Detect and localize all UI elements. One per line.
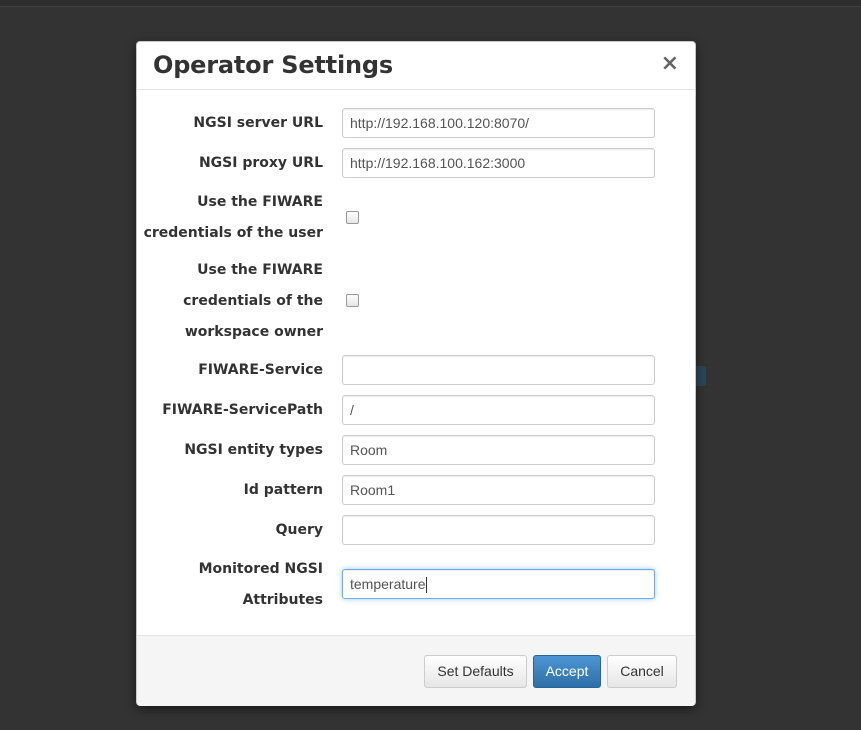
field-label: FIWARE-Service <box>198 362 323 378</box>
field-label: Id pattern <box>243 482 323 498</box>
accept-button[interactable]: Accept <box>533 655 601 688</box>
monitored-attributes-value: temperature <box>350 576 426 592</box>
monitored-attributes-input[interactable]: temperature <box>342 569 655 599</box>
fiware-service-input[interactable] <box>342 355 655 385</box>
field-label-line: Monitored NGSI <box>198 561 323 577</box>
field-label-line: Use the FIWARE <box>197 194 323 210</box>
ngsi-entity-types-input[interactable]: Room <box>342 435 655 465</box>
field-label: NGSI server URL <box>193 115 323 131</box>
field-label-line: Attributes <box>242 592 323 608</box>
field-label-line: credentials of the <box>183 293 323 309</box>
operator-settings-dialog: Operator Settings × NGSI server URL http… <box>136 41 696 706</box>
field-label: FIWARE-ServicePath <box>162 402 323 418</box>
use-user-credentials-checkbox[interactable] <box>346 211 359 224</box>
text-caret <box>426 577 428 594</box>
field-label: NGSI proxy URL <box>198 155 323 171</box>
field-label: NGSI entity types <box>184 442 323 458</box>
dialog-footer: Set Defaults Accept Cancel <box>137 635 695 706</box>
id-pattern-input[interactable]: Room1 <box>342 475 655 505</box>
background-top-bar <box>0 0 861 7</box>
ngsi-server-url-input[interactable]: http://192.168.100.120:8070/ <box>342 108 655 138</box>
query-input[interactable] <box>342 515 655 545</box>
close-icon[interactable]: × <box>661 52 679 76</box>
dialog-header: Operator Settings × <box>137 42 695 90</box>
set-defaults-button[interactable]: Set Defaults <box>424 655 527 688</box>
field-label-line: Use the FIWARE <box>197 262 323 278</box>
ngsi-proxy-url-input[interactable]: http://192.168.100.162:3000 <box>342 148 655 178</box>
use-owner-credentials-checkbox[interactable] <box>346 294 359 307</box>
dialog-title: Operator Settings <box>153 51 393 79</box>
fiware-servicepath-input[interactable]: / <box>342 395 655 425</box>
field-label-line: credentials of the user <box>143 225 323 241</box>
cancel-button[interactable]: Cancel <box>607 655 677 688</box>
field-label-line: workspace owner <box>184 324 323 340</box>
field-label: Query <box>275 522 323 538</box>
